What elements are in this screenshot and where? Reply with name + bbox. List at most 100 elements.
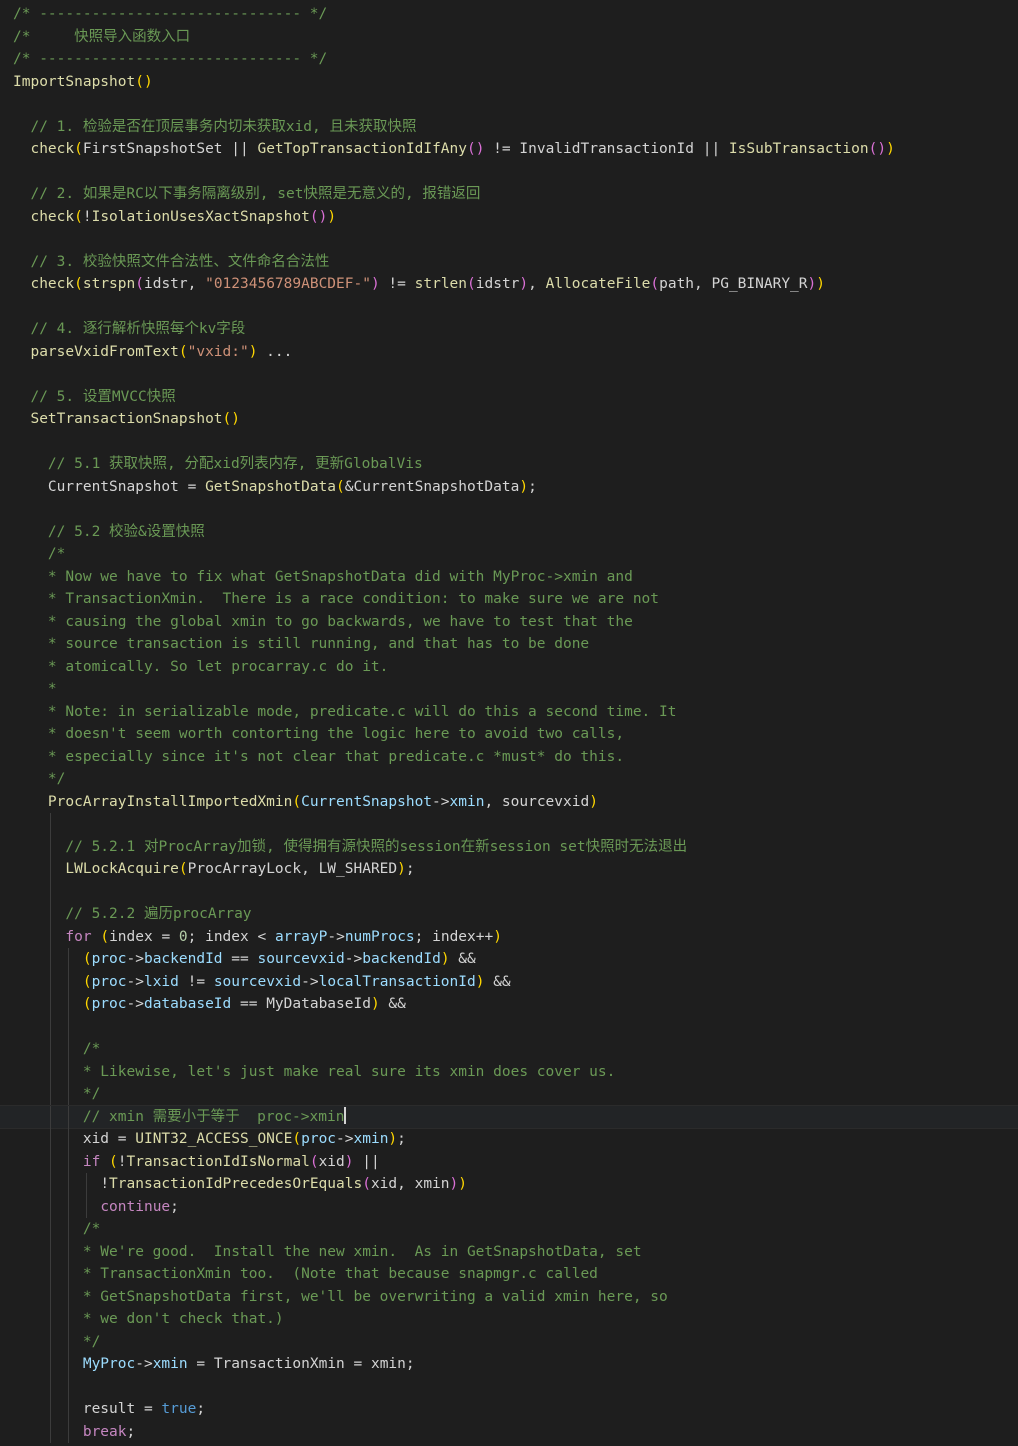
code-line[interactable]: [0, 813, 1018, 836]
code-token-bracket1: ): [493, 928, 502, 945]
code-token-bracket2: ): [344, 1153, 354, 1170]
code-line[interactable]: /*: [0, 543, 1018, 566]
code-line[interactable]: [0, 228, 1018, 251]
code-line[interactable]: // 5.2.1 对ProcArray加锁, 使得拥有源快照的session在新…: [0, 835, 1018, 858]
code-token-comment: * GetSnapshotData first, we'll be overwr…: [82, 1288, 668, 1305]
code-line[interactable]: [0, 296, 1018, 319]
code-line[interactable]: [0, 363, 1018, 386]
code-line[interactable]: * TransactionXmin. There is a race condi…: [0, 588, 1018, 611]
code-line[interactable]: /*: [0, 1038, 1018, 1061]
code-token-comment: */: [82, 1333, 101, 1350]
code-token-variable: arrayP: [274, 928, 328, 945]
code-line[interactable]: // xmin 需要小于等于 proc->xmin: [0, 1104, 1018, 1129]
code-token-string: "vxid:": [187, 343, 249, 360]
code-line[interactable]: check(!IsolationUsesXactSnapshot()): [0, 206, 1018, 229]
code-line[interactable]: * GetSnapshotData first, we'll be overwr…: [0, 1285, 1018, 1308]
code-token-bracket1: (: [292, 1131, 302, 1147]
code-token-default: TransactionXmin = xmin: [213, 1356, 406, 1372]
code-line[interactable]: check(FirstSnapshotSet || GetTopTransact…: [0, 138, 1018, 161]
code-line[interactable]: * We're good. Install the new xmin. As i…: [0, 1240, 1018, 1263]
code-line[interactable]: /* ------------------------------ */: [0, 48, 1018, 71]
code-line[interactable]: *: [0, 678, 1018, 701]
code-token-bracket1: ): [388, 1131, 398, 1147]
code-line[interactable]: continue;: [0, 1195, 1018, 1218]
code-line[interactable]: [0, 161, 1018, 184]
code-line[interactable]: [0, 1375, 1018, 1398]
code-line[interactable]: */: [0, 1083, 1018, 1106]
code-editor[interactable]: /* ------------------------------ */ /* 快…: [0, 0, 1018, 1446]
code-line[interactable]: [0, 1015, 1018, 1038]
code-line[interactable]: parseVxidFromText("vxid:") ...: [0, 341, 1018, 364]
code-token-variable: backendId: [362, 951, 441, 967]
code-line[interactable]: result = true;: [0, 1398, 1018, 1421]
code-line[interactable]: ImportSnapshot(): [0, 71, 1018, 94]
indent-guide: [50, 1398, 51, 1421]
code-line[interactable]: xid = UINT32_ACCESS_ONCE(proc->xmin);: [0, 1128, 1018, 1151]
code-token-default: idstr: [475, 276, 520, 292]
code-line[interactable]: * source transaction is still running, a…: [0, 633, 1018, 656]
code-line[interactable]: [0, 93, 1018, 116]
code-line[interactable]: /* 快照导入函数入口: [0, 26, 1018, 49]
code-line[interactable]: */: [0, 1330, 1018, 1353]
code-line[interactable]: (proc->backendId == sourcevxid->backendI…: [0, 948, 1018, 971]
indent-guide: [68, 1105, 69, 1128]
code-line[interactable]: // 1. 检验是否在顶层事务内切未获取xid, 且未获取快照: [0, 116, 1018, 139]
code-token-comment: /*: [82, 1221, 101, 1237]
code-line[interactable]: for (index = 0; index < arrayP->numProcs…: [0, 925, 1018, 948]
code-line[interactable]: break;: [0, 1420, 1018, 1443]
code-token-bracket1: ): [589, 793, 598, 810]
code-line[interactable]: if (!TransactionIdIsNormal(xid) ||: [0, 1150, 1018, 1173]
code-line[interactable]: [0, 431, 1018, 454]
code-line[interactable]: * causing the global xmin to go backward…: [0, 611, 1018, 634]
code-token-default: , sourcevxid: [484, 793, 590, 810]
code-line[interactable]: // 4. 逐行解析快照每个kv字段: [0, 318, 1018, 341]
indent-guide: [68, 1218, 69, 1241]
indent-guide: [50, 1150, 51, 1173]
code-line[interactable]: LWLockAcquire(ProcArrayLock, LW_SHARED);: [0, 858, 1018, 881]
code-line[interactable]: CurrentSnapshot = GetSnapshotData(&Curre…: [0, 476, 1018, 499]
code-line[interactable]: MyProc->xmin = TransactionXmin = xmin;: [0, 1353, 1018, 1376]
code-line[interactable]: (proc->databaseId == MyDatabaseId) &&: [0, 993, 1018, 1016]
code-line[interactable]: // 3. 校验快照文件合法性、文件命名合法性: [0, 251, 1018, 274]
indent-guide: [50, 1330, 51, 1353]
code-line[interactable]: ProcArrayInstallImportedXmin(CurrentSnap…: [0, 791, 1018, 814]
code-line[interactable]: // 5.1 获取快照, 分配xid列表内存, 更新GlobalVis: [0, 453, 1018, 476]
code-token-bracket1: (: [100, 928, 110, 945]
code-line[interactable]: // 2. 如果是RC以下事务隔离级别, set快照是无意义的, 报错返回: [0, 183, 1018, 206]
code-line[interactable]: // 5.2 校验&设置快照: [0, 521, 1018, 544]
code-line[interactable]: * atomically. So let procarray.c do it.: [0, 656, 1018, 679]
code-line[interactable]: */: [0, 768, 1018, 791]
code-line[interactable]: /* ------------------------------ */: [0, 3, 1018, 26]
code-line[interactable]: // 5. 设置MVCC快照: [0, 386, 1018, 409]
code-line[interactable]: SetTransactionSnapshot(): [0, 408, 1018, 431]
code-line[interactable]: check(strspn(idstr, "0123456789ABCDEF-")…: [0, 273, 1018, 296]
code-line[interactable]: * Likewise, let's just make real sure it…: [0, 1060, 1018, 1083]
code-line[interactable]: * especially since it's not clear that p…: [0, 746, 1018, 769]
code-token-punct: =: [187, 1356, 214, 1372]
code-line[interactable]: // 5.2.2 遍历procArray: [0, 903, 1018, 926]
code-token-punct: ;: [170, 1198, 179, 1215]
code-line[interactable]: * Now we have to fix what GetSnapshotDat…: [0, 566, 1018, 589]
code-line[interactable]: (proc->lxid != sourcevxid->localTransact…: [0, 970, 1018, 993]
code-token-punct: ||: [353, 1153, 380, 1170]
code-token-function: strspn: [82, 276, 136, 292]
code-line[interactable]: !TransactionIdPrecedesOrEquals(xid, xmin…: [0, 1173, 1018, 1196]
code-line[interactable]: * doesn't seem worth contorting the logi…: [0, 723, 1018, 746]
code-line[interactable]: * Note: in serializable mode, predicate.…: [0, 701, 1018, 724]
code-line[interactable]: /*: [0, 1218, 1018, 1241]
code-line[interactable]: * TransactionXmin too. (Note that becaus…: [0, 1263, 1018, 1286]
indent-guide: [68, 1308, 69, 1331]
code-token-variable: sourcevxid: [213, 973, 302, 990]
code-token-default: path, PG_BINARY_R: [659, 276, 808, 292]
code-line[interactable]: [0, 880, 1018, 903]
code-line[interactable]: * we don't check that.): [0, 1308, 1018, 1331]
code-line[interactable]: [0, 498, 1018, 521]
code-token-variable: databaseId: [143, 996, 232, 1012]
